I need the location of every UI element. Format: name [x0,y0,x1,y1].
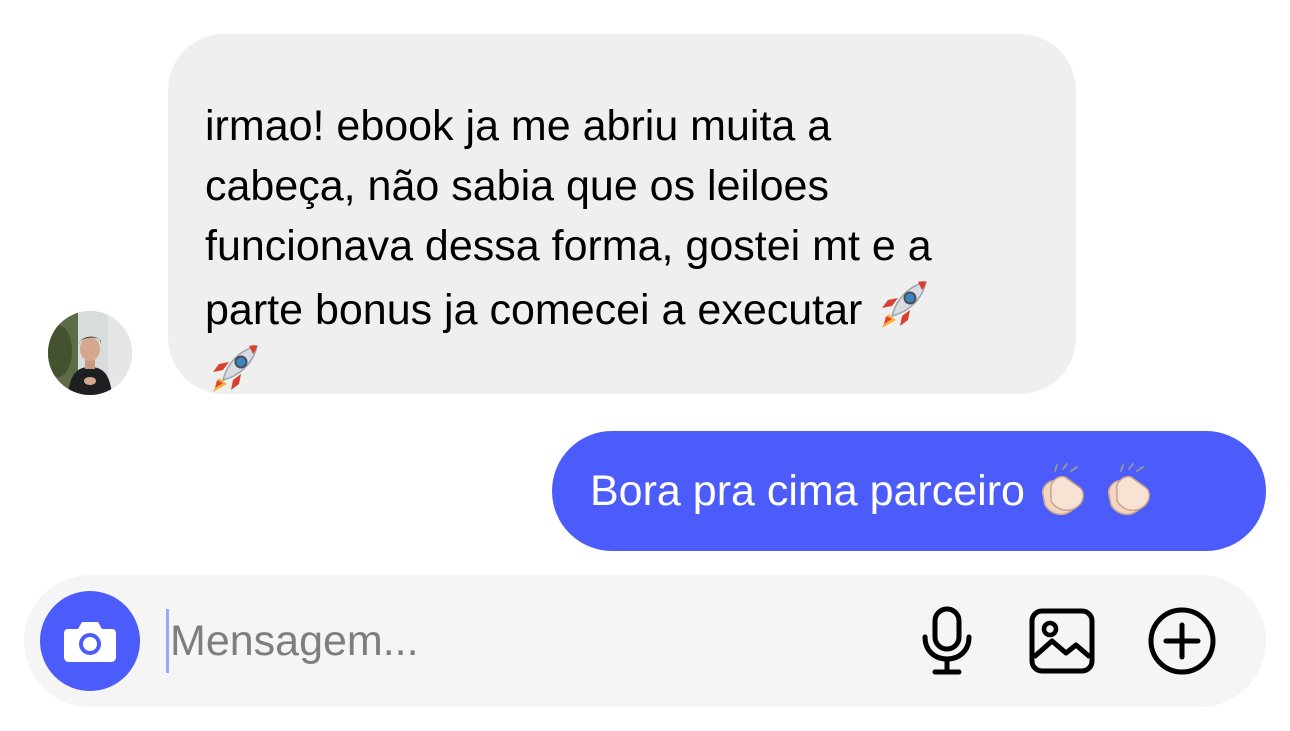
add-button[interactable] [1146,605,1218,677]
incoming-message-bubble[interactable]: irmao! ebook ja me abriu muita a cabeça,… [168,34,1076,394]
message-input[interactable] [164,609,870,673]
rocket-emoji-icon [874,276,932,334]
incoming-message-text: irmao! ebook ja me abriu muita a cabeça,… [205,102,932,334]
clapping-hands-emoji-icon [1033,461,1091,519]
outgoing-message-text: Bora pra cima parceiro [590,467,1025,515]
microphone-button[interactable] [911,605,983,677]
camera-icon [64,622,116,662]
chat-screen: irmao! ebook ja me abriu muita a cabeça,… [0,0,1290,731]
clapping-hands-emoji-icon [1099,461,1157,519]
contact-avatar[interactable] [48,311,132,395]
microphone-icon [922,606,972,675]
rocket-emoji-icon [205,340,263,398]
avatar-photo [48,311,132,395]
gallery-icon [1029,608,1095,674]
text-cursor [166,609,169,673]
outgoing-message-bubble[interactable]: Bora pra cima parceiro [552,431,1266,551]
message-composer [24,575,1266,707]
plus-circle-icon [1148,607,1216,675]
gallery-button[interactable] [1026,605,1098,677]
camera-button[interactable] [40,591,140,691]
